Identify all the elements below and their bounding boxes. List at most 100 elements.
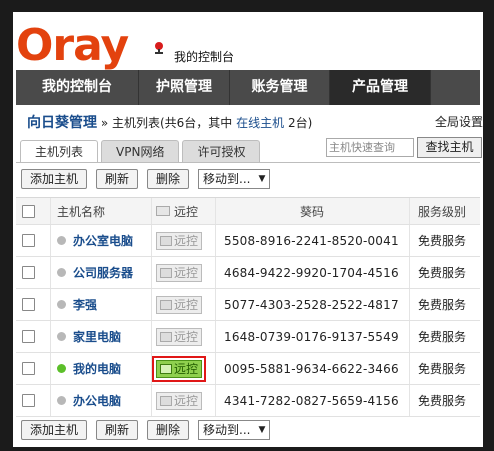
service-level: 免费服务: [409, 353, 483, 384]
remote-label: 远控: [174, 233, 199, 248]
console-title: 我的控制台: [174, 50, 235, 64]
remote-button[interactable]: 远控: [156, 391, 203, 410]
nav-products[interactable]: 产品管理: [330, 70, 431, 105]
host-name[interactable]: 办公室电脑: [73, 232, 133, 249]
row-checkbox[interactable]: [22, 266, 35, 279]
table-header: 主机名称 远控 葵码 服务级别: [16, 197, 480, 225]
delete-button[interactable]: 删除: [147, 420, 190, 440]
host-name[interactable]: 办公电脑: [73, 392, 121, 409]
service-level: 免费服务: [409, 257, 483, 288]
online-hosts-link[interactable]: 在线主机: [236, 116, 284, 130]
online-status-icon: [57, 364, 66, 373]
service-level: 免费服务: [409, 385, 483, 416]
dropdown-arrow-icon: ▼: [258, 425, 266, 435]
breadcrumb-main[interactable]: 向日葵管理: [27, 115, 97, 131]
host-code: 0095-5881-9634-6622-3466: [224, 361, 399, 376]
monitor-icon: [160, 331, 172, 342]
monitor-icon: [160, 363, 172, 374]
offline-status-icon: [57, 236, 66, 245]
row-checkbox[interactable]: [22, 330, 35, 343]
table-row: 我的电脑 远控 0095-5881-9634-6622-3466 免费服务: [16, 353, 480, 385]
host-name[interactable]: 公司服务器: [73, 264, 133, 281]
row-checkbox[interactable]: [22, 394, 35, 407]
monitor-icon: [160, 267, 172, 278]
remote-button[interactable]: 远控: [156, 231, 203, 250]
nav-billing[interactable]: 账务管理: [230, 70, 330, 105]
row-checkbox[interactable]: [22, 234, 35, 247]
remote-label: 远控: [174, 361, 199, 376]
table-row: 公司服务器 远控 4684-9422-9920-1704-4516 免费服务: [16, 257, 480, 289]
toolbar-bottom: 添加主机 刷新 删除 移动到... ▼: [21, 420, 271, 440]
delete-button[interactable]: 删除: [147, 169, 190, 189]
main-nav: 我的控制台 护照管理 账务管理 产品管理: [16, 70, 480, 105]
table-row: 办公室电脑 远控 5508-8916-2241-8520-0041 免费服务: [16, 225, 480, 257]
header-code: 葵码: [215, 198, 408, 224]
host-name[interactable]: 家里电脑: [73, 328, 121, 345]
breadcrumb: 向日葵管理 » 主机列表(共6台，其中 在线主机 2台): [27, 112, 312, 132]
row-checkbox[interactable]: [22, 298, 35, 311]
move-to-select[interactable]: 移动到... ▼: [198, 420, 271, 440]
tab-vpn[interactable]: VPN网络: [101, 140, 180, 163]
toolbar-top: 添加主机 刷新 删除 移动到... ▼: [21, 169, 271, 189]
host-search-input[interactable]: 主机快速查询: [326, 138, 414, 157]
move-to-label: 移动到...: [203, 172, 251, 186]
monitor-icon: [160, 235, 172, 246]
offline-status-icon: [57, 268, 66, 277]
select-all-checkbox[interactable]: [22, 204, 35, 218]
global-settings-link[interactable]: 全局设置: [435, 113, 483, 130]
service-level: 免费服务: [409, 289, 483, 320]
remote-button-active[interactable]: 远控: [151, 355, 207, 382]
monitor-icon: [156, 206, 170, 216]
service-level: 免费服务: [409, 321, 483, 352]
remote-button[interactable]: 远控: [156, 295, 203, 314]
breadcrumb-separator: »: [97, 116, 112, 130]
header-remote: 远控: [174, 204, 199, 219]
host-code: 5508-8916-2241-8520-0041: [224, 233, 399, 248]
find-host-button[interactable]: 查找主机: [417, 137, 482, 158]
host-code: 5077-4303-2528-2522-4817: [224, 297, 399, 312]
add-host-button[interactable]: 添加主机: [21, 420, 88, 440]
tab-host-list[interactable]: 主机列表: [20, 140, 99, 163]
remote-button[interactable]: 远控: [156, 263, 203, 282]
host-name[interactable]: 李强: [73, 296, 97, 313]
offline-status-icon: [57, 332, 66, 341]
tab-bar: 主机列表 VPN网络 许可授权: [20, 140, 263, 163]
host-code: 4684-9422-9920-1704-4516: [224, 265, 399, 280]
logo-text: Oray: [16, 20, 129, 71]
breadcrumb-count: 2台): [284, 116, 313, 130]
offline-status-icon: [57, 396, 66, 405]
remote-button[interactable]: 远控: [156, 327, 203, 346]
refresh-button[interactable]: 刷新: [96, 420, 139, 440]
remote-label: 远控: [174, 297, 199, 312]
service-level: 免费服务: [409, 225, 483, 256]
table-row: 办公电脑 远控 4341-7282-0827-5659-4156 免费服务: [16, 385, 480, 417]
tab-license[interactable]: 许可授权: [182, 140, 261, 163]
header-name: 主机名称: [50, 198, 157, 224]
header-level: 服务级别: [409, 198, 483, 224]
table-row: 家里电脑 远控 1648-0739-0176-9137-5549 免费服务: [16, 321, 480, 353]
nav-passport[interactable]: 护照管理: [139, 70, 230, 105]
console-frame: Oray 我的控制台 我的控制台 护照管理 账务管理 产品管理 向日葵管理 » …: [13, 12, 483, 447]
host-table: 主机名称 远控 葵码 服务级别 办公室电脑 远控 5508-8916-2241-…: [16, 197, 480, 417]
remote-label: 远控: [174, 265, 199, 280]
monitor-icon: [160, 395, 172, 406]
remote-label: 远控: [174, 393, 199, 408]
move-to-select[interactable]: 移动到... ▼: [198, 169, 271, 189]
table-row: 李强 远控 5077-4303-2528-2522-4817 免费服务: [16, 289, 480, 321]
add-host-button[interactable]: 添加主机: [21, 169, 88, 189]
host-name[interactable]: 我的电脑: [73, 360, 121, 377]
nav-my-console[interactable]: 我的控制台: [16, 70, 139, 105]
host-code: 1648-0739-0176-9137-5549: [224, 329, 399, 344]
tab-divider: [16, 162, 480, 163]
offline-status-icon: [57, 300, 66, 309]
move-to-label: 移动到...: [203, 423, 251, 437]
monitor-icon: [160, 299, 172, 310]
dropdown-arrow-icon: ▼: [258, 174, 266, 184]
refresh-button[interactable]: 刷新: [96, 169, 139, 189]
remote-label: 远控: [174, 329, 199, 344]
oray-logo[interactable]: Oray: [16, 20, 129, 72]
joystick-icon: [155, 42, 163, 54]
row-checkbox[interactable]: [22, 362, 35, 375]
breadcrumb-text: 主机列表(共6台，其中: [111, 116, 237, 130]
host-code: 4341-7282-0827-5659-4156: [224, 393, 399, 408]
